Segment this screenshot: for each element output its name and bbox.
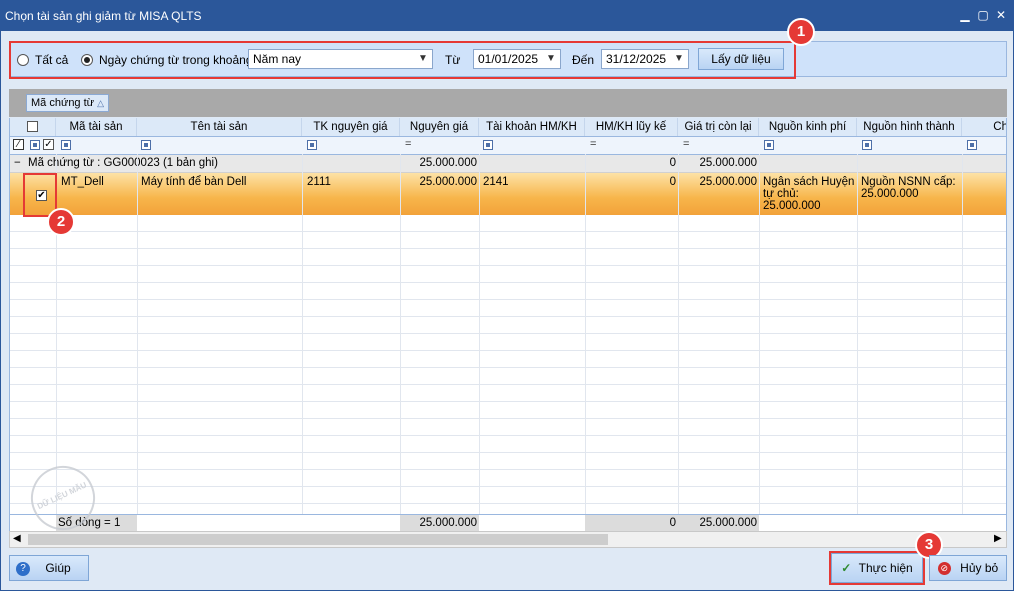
filter-op-icon[interactable] [764,140,774,150]
highlight-box-3 [829,551,925,585]
help-button[interactable]: ? Giúp [9,555,89,581]
help-label: Giúp [45,561,71,575]
col-divider [585,154,586,514]
dialog-window: Chọn tài sản ghi giảm từ MISA QLTS ▁ ▢ ✕… [0,0,1014,591]
col-divider [302,154,303,514]
col-nguon-hinh-thanh[interactable]: Nguồn hình thành [857,118,962,136]
cell-gia-tri-con-lai: 25.000.000 [699,176,757,188]
highlight-box-1 [9,41,796,79]
col-ch[interactable]: Ch [962,118,1006,136]
filter-check-icon[interactable]: ✓ [43,139,54,150]
clear-filter-icon[interactable]: ⁄ [13,139,24,150]
footer-gia-tri-con-lai: 25.000.000 [699,517,757,529]
collapse-icon[interactable]: − [14,157,21,169]
filter-equals-icon[interactable]: = [405,138,411,150]
col-divider [962,154,963,514]
step-badge-2: 2 [47,208,75,236]
col-tai-khoan-hm[interactable]: Tài khoản HM/KH [479,118,585,136]
step-badge-1: 1 [787,18,815,46]
cancel-icon: ⊘ [937,562,951,576]
filter-op-icon[interactable] [61,140,71,150]
scroll-right-icon[interactable]: ▶ [994,533,1002,544]
cell-tk-nguyen-gia: 2111 [307,176,331,188]
col-divider [759,154,760,514]
col-ma-tai-san[interactable]: Mã tài sản [56,118,137,136]
select-all-header [10,118,56,136]
cell-nguon-hinh-thanh-line2: 25.000.000 [861,188,919,200]
cell-nguon-kinh-phi-line3: 25.000.000 [763,200,821,212]
footer-nguyen-gia: 25.000.000 [419,517,477,529]
col-nguon-kinh-phi[interactable]: Nguồn kinh phí [759,118,857,136]
group-chip-label: Mã chứng từ [31,97,95,109]
filter-op-icon[interactable] [307,140,317,150]
help-icon: ? [16,561,30,576]
asset-grid: Mã tài sản Tên tài sản TK nguyên giá Ngu… [9,118,1007,531]
select-all-checkbox[interactable] [27,121,38,132]
close-icon[interactable]: ✕ [993,7,1009,23]
group-by-panel: Mã chứng từ △ [9,89,1007,117]
filter-op-icon[interactable] [967,140,977,150]
window-title: Chọn tài sản ghi giảm từ MISA QLTS [5,9,202,23]
col-hm-luy-ke[interactable]: HM/KH lũy kế [585,118,678,136]
filter-equals-icon[interactable]: = [590,138,596,150]
scroll-left-icon[interactable]: ◀ [13,533,21,544]
col-divider [400,154,401,514]
cancel-button[interactable]: ⊘ Hủy bỏ [929,555,1007,581]
cell-nguon-kinh-phi-line1: Ngân sách Huyện [763,176,855,188]
cell-nguon-hinh-thanh-line1: Nguồn NSNN cấp: [861,176,956,188]
col-tk-nguyen-gia[interactable]: TK nguyên giá [302,118,400,136]
col-nguyen-gia[interactable]: Nguyên giá [400,118,479,136]
cell-tai-khoan-hm: 2141 [483,176,509,188]
maximize-icon[interactable]: ▢ [975,7,991,23]
cell-hm-luy-ke: 0 [669,176,676,188]
filter-equals-icon[interactable]: = [683,138,689,150]
cell-ma-tai-san: MT_Dell [61,176,104,188]
group-hm-kh: 0 [669,157,676,169]
cell-nguyen-gia: 25.000.000 [419,176,477,188]
group-gia-tri-con-lai: 25.000.000 [699,157,757,169]
group-nguyen-gia: 25.000.000 [419,157,477,169]
horizontal-scrollbar[interactable]: ◀ ▶ [9,531,1007,548]
title-bar: Chọn tài sản ghi giảm từ MISA QLTS ▁ ▢ ✕ [1,1,1013,31]
cancel-label: Hủy bỏ [960,561,999,575]
col-divider [479,154,480,514]
grid-header: Mã tài sản Tên tài sản TK nguyên giá Ngu… [10,118,1006,137]
col-divider [857,154,858,514]
cell-ten-tai-san: Máy tính để bàn Dell [141,176,247,188]
col-divider [678,154,679,514]
footer-hm-kh: 0 [669,517,676,529]
filter-op-icon[interactable] [30,140,40,150]
scrollbar-thumb[interactable] [28,534,608,545]
col-ten-tai-san[interactable]: Tên tài sản [137,118,302,136]
filter-op-icon[interactable] [483,140,493,150]
filter-op-icon[interactable] [862,140,872,150]
filter-op-icon[interactable] [141,140,151,150]
col-divider [137,154,138,514]
col-gia-tri-con-lai[interactable]: Giá trị còn lại [678,118,759,136]
cell-nguon-kinh-phi-line2: tự chủ: [763,188,799,200]
minimize-icon[interactable]: ▁ [957,7,973,23]
group-chip[interactable]: Mã chứng từ △ [26,94,110,112]
filter-row: ⁄ ✓ = = = [10,137,1006,155]
grid-footer: Số dòng = 1 25.000.000 0 25.000.000 [10,514,1006,531]
sort-asc-icon: △ [97,98,105,108]
